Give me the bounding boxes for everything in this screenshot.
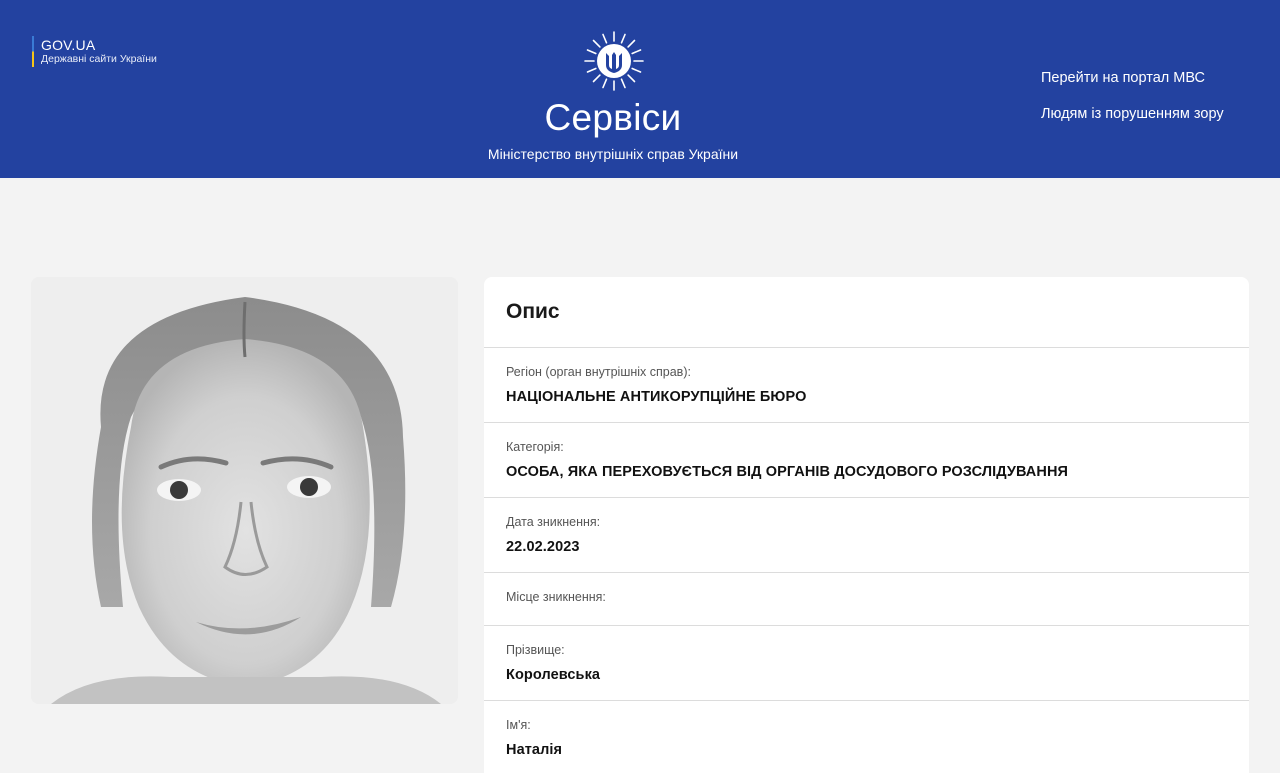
description-title: Опис <box>484 277 1249 348</box>
portrait-image <box>31 277 458 704</box>
brand-title: Сервіси <box>544 97 682 138</box>
field-label: Прізвище: <box>506 643 565 657</box>
field-label: Дата зникнення: <box>506 515 601 529</box>
person-photo <box>31 277 458 704</box>
gov-ua-link[interactable]: GOV.UA Державні сайти України <box>32 36 157 67</box>
mvs-portal-link[interactable]: Перейти на портал МВС <box>1041 69 1224 87</box>
field-label: Місце зникнення: <box>506 590 606 604</box>
field-disappearance-place: Місце зникнення: <box>484 573 1249 626</box>
gov-ua-subtitle: Державні сайти України <box>41 53 157 65</box>
field-region: Регіон (орган внутрішніх справ): НАЦІОНА… <box>484 348 1249 423</box>
gov-ua-flag-bar <box>32 36 34 67</box>
field-first-name: Ім'я: Наталія <box>484 701 1249 773</box>
field-label: Ім'я: <box>506 718 531 732</box>
field-value: НАЦІОНАЛЬНЕ АНТИКОРУПЦІЙНЕ БЮРО <box>506 389 807 405</box>
field-value: 22.02.2023 <box>506 539 580 555</box>
accessibility-link[interactable]: Людям із порушенням зору <box>1041 105 1224 123</box>
site-header: GOV.UA Державні сайти України Сервіси Мі… <box>0 0 1280 178</box>
field-value: Королевська <box>506 667 601 683</box>
gov-ua-title: GOV.UA <box>41 37 96 53</box>
field-disappearance-date: Дата зникнення: 22.02.2023 <box>484 498 1249 573</box>
description-card: Опис Регіон (орган внутрішніх справ): НА… <box>484 277 1249 773</box>
field-label: Регіон (орган внутрішніх справ): <box>506 365 691 379</box>
field-label: Категорія: <box>506 440 564 454</box>
trident-emblem-icon[interactable] <box>582 29 646 93</box>
field-category: Категорія: ОСОБА, ЯКА ПЕРЕХОВУЄТЬСЯ ВІД … <box>484 423 1249 498</box>
field-value: ОСОБА, ЯКА ПЕРЕХОВУЄТЬСЯ ВІД ОРГАНІВ ДОС… <box>506 464 1069 480</box>
brand-subtitle: Міністерство внутрішніх справ України <box>487 146 739 162</box>
field-surname: Прізвище: Королевська <box>484 626 1249 701</box>
field-value: Наталія <box>506 742 563 758</box>
header-links: Перейти на портал МВС Людям із порушення… <box>1041 69 1224 141</box>
